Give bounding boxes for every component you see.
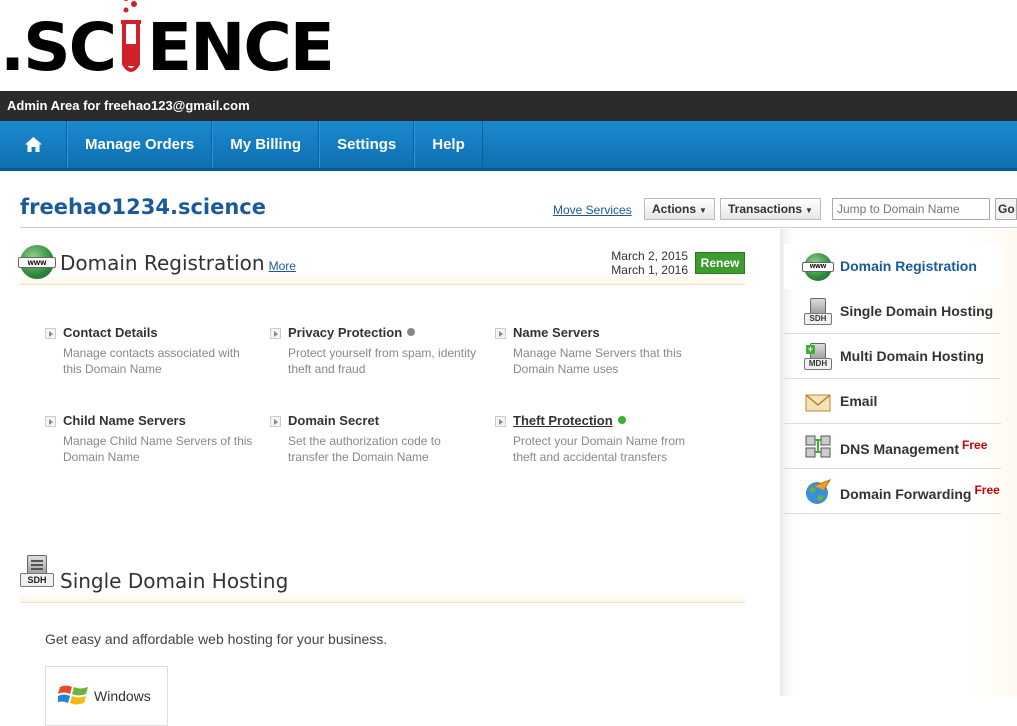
arrow-right-icon bbox=[45, 416, 56, 427]
domain-header: freehao1234.science Move Services Action… bbox=[0, 171, 1017, 228]
item-title-row: Privacy Protection bbox=[288, 325, 480, 340]
logo-bar: .SC ENCE bbox=[0, 0, 1017, 91]
sdh-server-icon: SDH bbox=[804, 298, 832, 326]
admin-bar: Admin Area for freehao123@gmail.com bbox=[0, 91, 1017, 121]
www-globe-icon: www bbox=[18, 245, 56, 279]
status-dot-icon bbox=[617, 416, 626, 424]
dns-network-icon bbox=[805, 435, 831, 458]
home-icon bbox=[24, 137, 42, 152]
windows-label: Windows bbox=[94, 688, 151, 704]
sidebar-item-domain-forwarding[interactable]: Domain Forwarding Free bbox=[784, 469, 1001, 514]
services-sidebar: www Domain Registration SDH Single Domai… bbox=[780, 229, 1017, 696]
sidebar-item-domain-registration[interactable]: www Domain Registration bbox=[784, 244, 1001, 289]
header-divider bbox=[20, 227, 1017, 228]
globe-arrow-icon bbox=[806, 479, 832, 504]
domain-registration-header: www Domain Registration More March 2, 201… bbox=[18, 229, 745, 285]
nav-help[interactable]: Help bbox=[414, 121, 483, 168]
item-desc: Protect your Domain Name from theft and … bbox=[513, 434, 686, 464]
arrow-right-icon bbox=[270, 416, 281, 427]
sdh-icon-label: SDH bbox=[20, 573, 54, 587]
hosting-description: Get easy and affordable web hosting for … bbox=[45, 631, 388, 647]
date-expires: March 1, 2016 bbox=[611, 263, 688, 277]
arrow-right-icon bbox=[495, 416, 506, 427]
nav-manage-orders[interactable]: Manage Orders bbox=[67, 121, 213, 168]
sidebar-item-multi-domain-hosting[interactable]: + MDH Multi Domain Hosting bbox=[784, 334, 1001, 379]
transactions-dropdown[interactable]: Transactions ▼ bbox=[720, 198, 821, 220]
item-desc: Protect yourself from spam, identity the… bbox=[288, 346, 477, 376]
main-nav: Manage Orders My Billing Settings Help bbox=[0, 121, 1017, 171]
sidebar-item-email[interactable]: Email bbox=[784, 379, 1001, 424]
renew-button[interactable]: Renew bbox=[695, 252, 745, 274]
sidebar-item-label: Domain Forwarding bbox=[840, 486, 972, 502]
windows-logo-icon bbox=[58, 685, 88, 705]
mdh-icon-label: MDH bbox=[804, 358, 832, 370]
item-title[interactable]: Domain Secret bbox=[288, 413, 480, 428]
item-title[interactable]: Contact Details bbox=[63, 325, 255, 340]
move-services-link[interactable]: Move Services bbox=[553, 203, 632, 217]
nav-settings[interactable]: Settings bbox=[319, 121, 415, 168]
mdh-server-icon: + MDH bbox=[804, 343, 832, 371]
item-desc: Manage Name Servers that this Domain Nam… bbox=[513, 346, 682, 376]
item-title[interactable]: Name Servers bbox=[513, 325, 705, 340]
sidebar-item-label-row: DNS Management Free bbox=[840, 438, 987, 457]
section-title: Domain Registration More bbox=[60, 251, 296, 275]
domain-registration-title: Domain Registration bbox=[60, 251, 265, 275]
child-name-servers-item[interactable]: Child Name Servers Manage Child Name Ser… bbox=[45, 413, 255, 465]
single-domain-hosting-title: Single Domain Hosting bbox=[60, 569, 289, 593]
sidebar-item-label: DNS Management bbox=[840, 441, 960, 457]
arrow-right-icon bbox=[495, 328, 506, 339]
date-registered: March 2, 2015 bbox=[611, 249, 688, 263]
sidebar-item-dns-management[interactable]: DNS Management Free bbox=[784, 424, 1001, 469]
theft-protection-item[interactable]: Theft Protection Protect your Domain Nam… bbox=[495, 413, 705, 465]
item-title[interactable]: Privacy Protection bbox=[288, 325, 402, 340]
test-tube-icon bbox=[118, 0, 144, 78]
status-dot-icon bbox=[407, 328, 416, 336]
jump-to-domain-input[interactable] bbox=[832, 198, 990, 220]
sdh-icon-label: SDH bbox=[804, 313, 832, 325]
logo-text-left: .SC bbox=[0, 9, 117, 86]
sidebar-item-label: Single Domain Hosting bbox=[840, 303, 994, 319]
free-badge: Free bbox=[962, 438, 988, 452]
science-logo[interactable]: .SC ENCE bbox=[0, 0, 335, 81]
sidebar-item-label: Email bbox=[840, 393, 878, 409]
sidebar-item-label: Multi Domain Hosting bbox=[840, 348, 984, 364]
contact-details-item[interactable]: Contact Details Manage contacts associat… bbox=[45, 325, 255, 377]
sidebar-item-label: Domain Registration bbox=[840, 258, 977, 274]
privacy-protection-item[interactable]: Privacy Protection Protect yourself from… bbox=[270, 325, 480, 377]
arrow-right-icon bbox=[45, 328, 56, 339]
logo-text-right: ENCE bbox=[147, 9, 335, 86]
nav-home[interactable] bbox=[0, 121, 67, 168]
caret-down-icon: ▼ bbox=[805, 206, 813, 215]
item-desc: Manage contacts associated with this Dom… bbox=[63, 346, 240, 376]
actions-dropdown[interactable]: Actions ▼ bbox=[644, 198, 715, 220]
caret-down-icon: ▼ bbox=[699, 206, 707, 215]
sdh-server-icon: SDH bbox=[20, 555, 54, 591]
actions-label: Actions bbox=[652, 202, 697, 216]
item-desc: Set the authorization code to transfer t… bbox=[288, 434, 441, 464]
item-desc: Manage Child Name Servers of this Domain… bbox=[63, 434, 253, 464]
transactions-label: Transactions bbox=[728, 202, 803, 216]
admin-area-text: Admin Area for freehao123@gmail.com bbox=[7, 98, 250, 113]
item-title[interactable]: Theft Protection bbox=[513, 413, 613, 428]
windows-hosting-option[interactable]: Windows bbox=[45, 666, 168, 726]
arrow-right-icon bbox=[270, 328, 281, 339]
envelope-icon bbox=[805, 394, 831, 412]
www-globe-icon: www bbox=[802, 253, 834, 281]
item-title[interactable]: Child Name Servers bbox=[63, 413, 255, 428]
sidebar-item-single-domain-hosting[interactable]: SDH Single Domain Hosting bbox=[784, 289, 1001, 334]
domain-secret-item[interactable]: Domain Secret Set the authorization code… bbox=[270, 413, 480, 465]
more-link[interactable]: More bbox=[269, 259, 296, 273]
page-title: freehao1234.science bbox=[20, 195, 266, 219]
main-content: www Domain Registration More March 2, 201… bbox=[0, 229, 780, 726]
item-title-row: Theft Protection bbox=[513, 413, 705, 428]
go-button[interactable]: Go bbox=[995, 198, 1017, 220]
free-badge: Free bbox=[974, 483, 1000, 497]
single-domain-hosting-header: SDH Single Domain Hosting bbox=[20, 547, 745, 603]
sidebar-item-label-row: Domain Forwarding Free bbox=[840, 483, 1000, 502]
registration-dates: March 2, 2015 March 1, 2016 bbox=[611, 249, 688, 277]
name-servers-item[interactable]: Name Servers Manage Name Servers that th… bbox=[495, 325, 705, 377]
nav-my-billing[interactable]: My Billing bbox=[212, 121, 320, 168]
